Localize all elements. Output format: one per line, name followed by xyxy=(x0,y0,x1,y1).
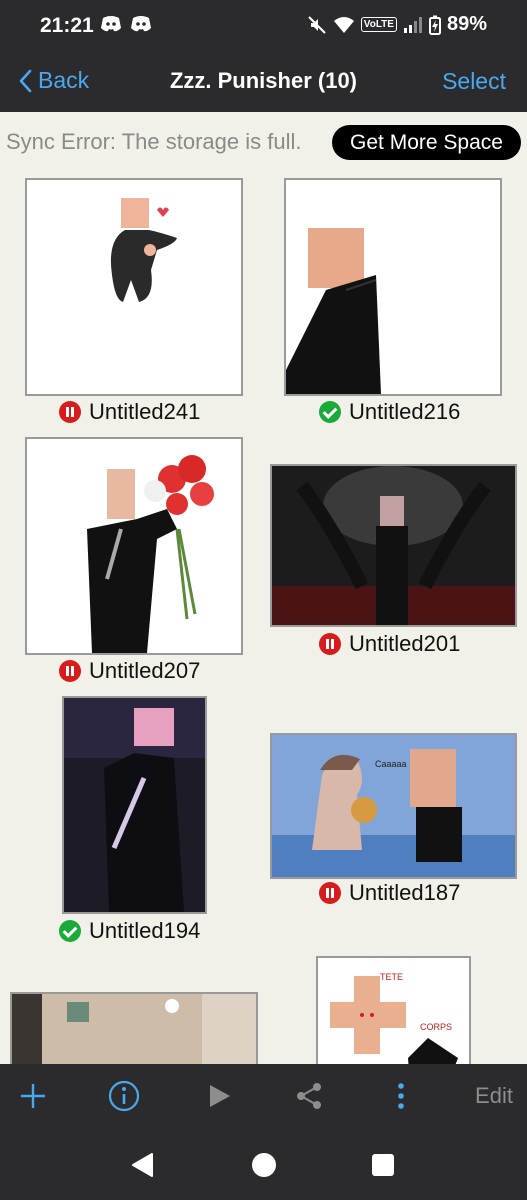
info-icon xyxy=(108,1080,140,1112)
item-caption: Untitled194 xyxy=(59,918,200,944)
item-name: Untitled201 xyxy=(349,631,461,656)
home-circle-icon[interactable] xyxy=(251,1152,277,1178)
play-button[interactable] xyxy=(203,1078,235,1114)
share-button[interactable] xyxy=(294,1078,324,1114)
more-vertical-icon xyxy=(398,1083,404,1109)
signal-icon xyxy=(403,16,422,33)
item-name: Untitled187 xyxy=(349,880,461,905)
paused-icon xyxy=(319,882,341,904)
wifi-icon xyxy=(333,16,354,33)
gallery-grid: Untitled241 Untitled216 Untitled207 Unti… xyxy=(0,174,527,1064)
thumbnail-text-tete: TETE xyxy=(380,972,403,982)
thumbnail[interactable]: Caaaaa xyxy=(270,733,517,879)
synced-icon xyxy=(59,920,81,942)
thumbnail[interactable] xyxy=(25,178,243,396)
more-button[interactable] xyxy=(388,1078,414,1114)
thumbnail[interactable] xyxy=(284,178,502,396)
thumbnail[interactable] xyxy=(62,696,207,914)
info-button[interactable] xyxy=(106,1078,142,1114)
nav-bar: Back Zzz. Punisher (10) Select xyxy=(0,52,527,112)
svg-text:Caaaaa: Caaaaa xyxy=(375,759,407,769)
play-icon xyxy=(210,1085,230,1107)
edit-button[interactable]: Edit xyxy=(470,1078,518,1114)
item-caption: Untitled241 xyxy=(59,399,200,425)
battery-icon xyxy=(428,15,441,35)
plus-icon xyxy=(21,1084,45,1108)
thumbnail[interactable] xyxy=(25,437,243,655)
thumbnail-text-corps: CORPS xyxy=(420,1022,452,1032)
system-nav-bar xyxy=(0,1128,527,1200)
sync-error-banner: Sync Error: The storage is full. Get Mor… xyxy=(0,112,527,174)
thumbnail[interactable] xyxy=(270,464,517,627)
item-caption: Untitled216 xyxy=(319,399,460,425)
discord-icon xyxy=(101,16,121,32)
paused-icon xyxy=(319,633,341,655)
item-name: Untitled194 xyxy=(89,918,201,943)
sync-error-message: Sync Error: The storage is full. xyxy=(6,129,302,154)
back-triangle-icon[interactable] xyxy=(130,1152,156,1178)
item-name: Untitled241 xyxy=(89,399,201,424)
volte-badge: VoLTE xyxy=(360,17,397,32)
mute-icon xyxy=(308,15,326,34)
item-name: Untitled207 xyxy=(89,658,201,683)
thumbnail[interactable]: TETE CORPS xyxy=(316,956,471,1064)
battery-level: 89% xyxy=(446,13,487,35)
select-button[interactable]: Select xyxy=(442,68,506,95)
synced-icon xyxy=(319,401,341,423)
bottom-toolbar: Edit xyxy=(0,1064,527,1128)
paused-icon xyxy=(59,401,81,423)
get-more-space-button[interactable]: Get More Space xyxy=(332,125,521,160)
item-caption: Untitled201 xyxy=(319,631,460,657)
item-caption: Untitled187 xyxy=(319,880,460,906)
item-caption: Untitled207 xyxy=(59,658,200,684)
discord-icon xyxy=(131,16,151,32)
status-time: 21:21 xyxy=(40,14,94,37)
share-icon xyxy=(297,1083,321,1109)
thumbnail[interactable] xyxy=(10,992,258,1064)
add-button[interactable] xyxy=(16,1078,50,1114)
recents-square-icon[interactable] xyxy=(371,1153,395,1177)
status-bar: 21:21 VoLTE 89% xyxy=(0,0,527,52)
item-name: Untitled216 xyxy=(349,399,461,424)
paused-icon xyxy=(59,660,81,682)
